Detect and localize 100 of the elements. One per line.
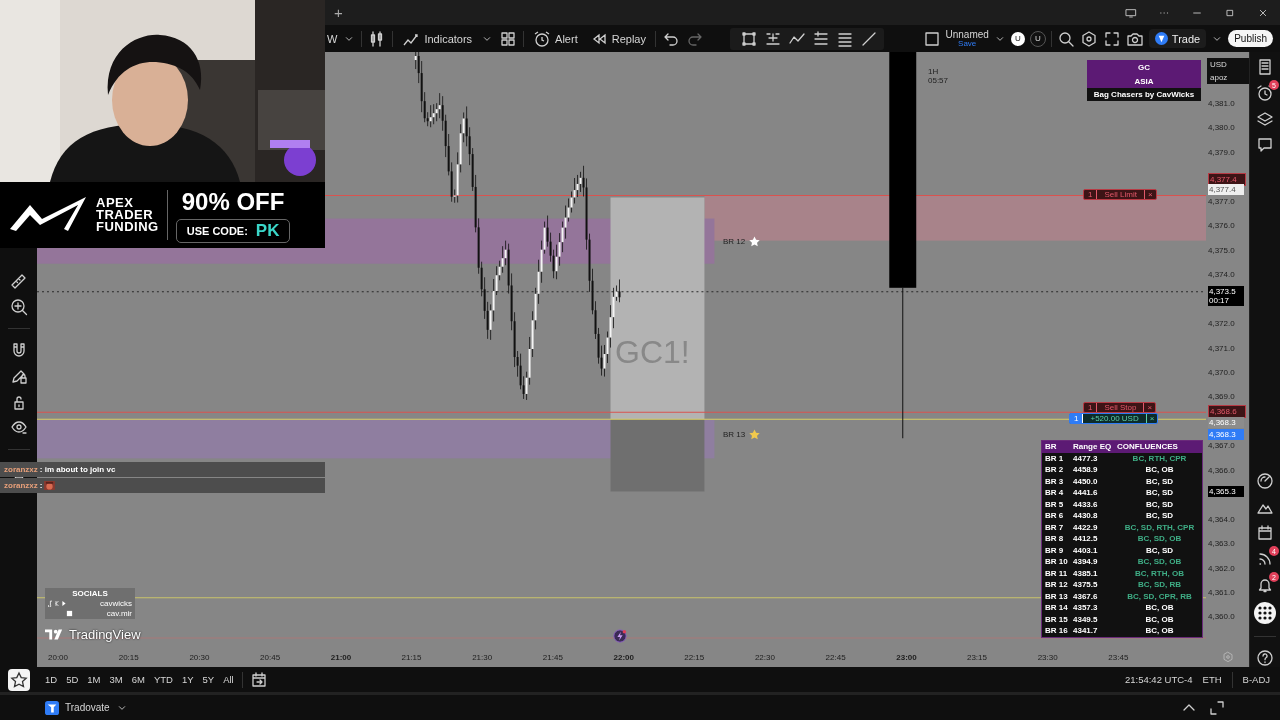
table-cell: BC, OB <box>1145 465 1174 475</box>
indicators-button[interactable]: Indicators <box>399 29 476 48</box>
trade-button[interactable]: Trade <box>1148 29 1207 48</box>
search-icon[interactable] <box>1056 29 1075 48</box>
table-cell: BC, SD, OB <box>1137 557 1182 567</box>
adjustment-button[interactable]: B-ADJ <box>1242 674 1270 685</box>
broker-selector[interactable]: Tradovate <box>65 702 110 713</box>
price-tick: 4,360.0 <box>1208 612 1235 622</box>
table-cell-text: BR 15 <box>1045 614 1069 624</box>
price-tick: 4,361.0 <box>1208 588 1235 597</box>
indicator-footer: Bag Chasers by CavWicks <box>1087 88 1201 101</box>
table-cell-text: BR 1 <box>1045 453 1065 463</box>
zoom-in-icon[interactable] <box>9 298 28 316</box>
bell-icon[interactable] <box>1256 576 1274 594</box>
currency-selector[interactable]: USD apoz <box>1207 58 1249 84</box>
table-cell: BC, SD <box>1145 511 1174 521</box>
social-handle: cav.mir <box>106 609 132 618</box>
price-tick: 4,367.0 <box>1208 441 1235 451</box>
table-cell-text: 4357.3 <box>1073 603 1099 613</box>
close-button[interactable]: × <box>1145 414 1158 423</box>
fullscreen-icon[interactable] <box>1102 29 1121 48</box>
column-header: Range EQ <box>1073 442 1113 452</box>
order-text: Sell Stop <box>1103 403 1138 412</box>
range-button[interactable]: 1Y <box>180 674 195 685</box>
alarm-clock-icon[interactable] <box>1256 84 1274 102</box>
table-cell-text: 4412.5 <box>1073 534 1099 544</box>
new-tab-button[interactable]: + <box>330 4 347 21</box>
order-label[interactable]: 1 +520.00 USD × <box>1069 413 1159 424</box>
table-cell: BC, SD, RB <box>1137 580 1182 590</box>
target-icon[interactable] <box>1256 472 1274 490</box>
broker-logo-icon <box>45 700 59 715</box>
avatar[interactable]: U <box>1029 30 1046 47</box>
square-icon[interactable] <box>922 29 941 48</box>
chat-icon[interactable] <box>1256 136 1274 154</box>
apps-button[interactable] <box>1254 602 1276 624</box>
order-label[interactable]: 1 Sell Stop × <box>1083 402 1157 413</box>
watchlist-icon[interactable] <box>1256 58 1274 76</box>
eye-icon[interactable] <box>9 419 28 437</box>
range-button[interactable]: YTD <box>152 674 174 685</box>
order-label[interactable]: 1 Sell Limit × <box>1083 189 1157 200</box>
settings-icon[interactable] <box>1079 29 1098 48</box>
clock[interactable]: 21:54:42 UTC-4 <box>1124 674 1193 685</box>
table-cell-text: BR 14 <box>1045 603 1069 613</box>
range-button[interactable]: All <box>222 674 235 685</box>
symbol-button[interactable]: W <box>327 32 338 45</box>
range-button[interactable]: 1M <box>86 674 102 685</box>
range-button[interactable]: 3M <box>108 674 124 685</box>
time-tick: 23:15 <box>966 652 988 662</box>
order-text: Sell Limit <box>1103 190 1138 199</box>
table-cell-text: 4341.7 <box>1073 626 1099 636</box>
favorites-button[interactable] <box>7 669 30 691</box>
layers-icon[interactable] <box>1256 110 1274 128</box>
table-cell-text: BR 6 <box>1045 511 1065 521</box>
brand-name: APEX <box>96 197 135 209</box>
grid-icon[interactable] <box>499 29 518 48</box>
table-cell-text: BR 11 <box>1045 568 1069 578</box>
time-tick: 23:30 <box>1037 652 1059 662</box>
save-link[interactable]: Save <box>958 39 977 48</box>
ruler-icon[interactable] <box>9 272 28 290</box>
price-tag: 4,368.3 <box>1208 417 1244 428</box>
range-button[interactable]: 1D <box>44 674 59 685</box>
alert-button[interactable]: Alert <box>530 29 581 48</box>
time-tick: 20:45 <box>260 652 282 662</box>
tradingview-logo: TradingView <box>69 627 141 642</box>
range-button[interactable]: 5D <box>65 674 80 685</box>
table-cell-text: BR 7 <box>1045 522 1065 532</box>
zone-label: BR 12 <box>723 237 746 246</box>
order-quantity: 1 <box>1084 403 1098 412</box>
price-tick: 4,380.0 <box>1208 123 1235 133</box>
time-tick: 20:15 <box>118 652 140 662</box>
chat-text: : im about to join vc <box>39 465 116 474</box>
table-cell-text: BR 3 <box>1045 476 1065 486</box>
table-cell: BC, OB <box>1145 614 1174 624</box>
table-cell: BC, SD <box>1145 545 1174 555</box>
help-icon[interactable] <box>1256 649 1274 667</box>
publish-button[interactable]: Publish <box>1228 30 1273 47</box>
expand-icon[interactable] <box>1208 698 1226 717</box>
table-cell: BC, SD, RTH, CPR <box>1124 522 1195 532</box>
range-button[interactable]: 5Y <box>201 674 216 685</box>
table-cell-text: BR 8 <box>1045 534 1065 544</box>
time-tick: 23:00 <box>896 652 918 662</box>
calendar-go-icon[interactable] <box>249 670 268 689</box>
session-button[interactable]: ETH <box>1202 674 1222 685</box>
time-tick: 20:30 <box>189 652 211 662</box>
close-button[interactable]: × <box>1143 190 1156 199</box>
avatar[interactable]: U <box>1010 31 1025 46</box>
trade-marker-icon[interactable] <box>613 629 627 643</box>
unit-label[interactable]: apoz <box>1210 73 1246 82</box>
indicator-label: ASIA <box>1134 76 1154 88</box>
close-button[interactable]: × <box>1143 403 1156 412</box>
price-tick: 4,363.0 <box>1208 539 1235 549</box>
range-button[interactable]: 6M <box>130 674 146 685</box>
layout-name[interactable]: Unnamed <box>945 29 989 40</box>
calendar-icon[interactable] <box>1256 524 1274 542</box>
trade-logo-icon <box>1154 32 1168 45</box>
brand-name: FUNDING <box>96 221 159 233</box>
screen-icon[interactable] <box>1125 6 1137 19</box>
replay-button[interactable]: Replay <box>586 29 649 48</box>
order-text: +520.00 USD <box>1089 414 1140 423</box>
currency-label[interactable]: USD <box>1210 60 1246 69</box>
